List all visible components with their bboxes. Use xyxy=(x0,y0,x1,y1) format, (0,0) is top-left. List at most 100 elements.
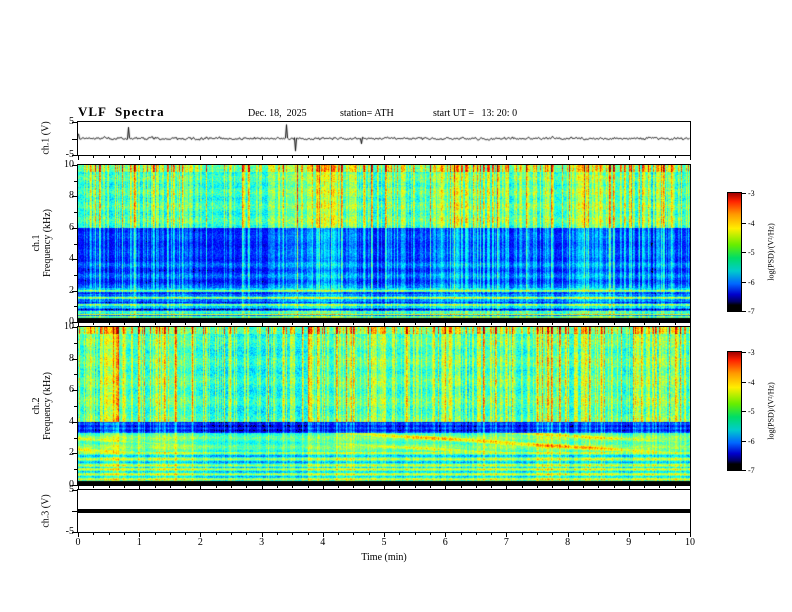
x-tick-mark xyxy=(598,156,600,158)
x-tick-mark xyxy=(368,486,370,488)
x-tick-mark xyxy=(200,323,202,327)
x-tick-mark xyxy=(445,323,447,327)
x-axis-title: Time (min) xyxy=(361,552,407,563)
x-tick-mark xyxy=(78,486,79,490)
colorbar-tick-label: -3 xyxy=(748,348,755,357)
x-tick-mark xyxy=(78,323,79,327)
x-tick-mark xyxy=(399,533,401,535)
x-tick-mark xyxy=(491,486,493,488)
x-tick-mark xyxy=(353,156,355,158)
ch1-wave-ylabel: ch.1 (V) xyxy=(40,121,52,155)
x-tick-mark xyxy=(368,533,370,535)
colorbar-tick-mark xyxy=(742,470,746,471)
x-tick-mark xyxy=(537,533,538,535)
colorbar-tick-mark xyxy=(742,222,746,224)
x-tick-mark xyxy=(276,323,278,325)
x-tick-mark xyxy=(429,486,431,488)
x-tick-mark xyxy=(414,486,416,488)
y-tick-label: 8 xyxy=(69,352,74,364)
x-tick-mark xyxy=(491,323,493,325)
x-tick-mark xyxy=(322,323,324,327)
colorbar-tick-mark xyxy=(742,352,746,353)
ch3-flatline xyxy=(78,509,690,513)
x-tick-mark xyxy=(246,156,248,158)
x-tick-mark xyxy=(246,323,248,325)
x-tick-mark xyxy=(169,486,171,488)
x-tick-mark xyxy=(690,323,691,327)
x-tick-label: 2 xyxy=(197,537,203,548)
x-tick-label: 8 xyxy=(565,537,571,548)
x-tick-mark xyxy=(307,323,309,325)
x-tick-label: 1 xyxy=(136,537,142,548)
x-tick-mark xyxy=(231,486,232,488)
x-tick-mark xyxy=(613,533,615,535)
y-tick-label: 4 xyxy=(69,415,74,427)
x-tick-mark xyxy=(384,156,385,160)
x-tick-mark xyxy=(353,323,355,325)
x-tick-mark xyxy=(445,486,447,490)
y-tick-mark xyxy=(74,437,77,439)
x-tick-mark xyxy=(338,323,340,325)
y-tick-label: 5 xyxy=(69,484,74,495)
colorbar-tick-mark xyxy=(742,411,746,412)
y-tick-label: 10 xyxy=(64,159,74,170)
colorbar-tick-label: -4 xyxy=(748,377,755,387)
x-tick-mark xyxy=(292,533,294,535)
x-tick-label: 5 xyxy=(381,537,387,548)
colorbar-tick-mark xyxy=(742,281,746,283)
ch1-spectrogram-panel xyxy=(77,164,691,323)
x-tick-mark xyxy=(628,323,630,327)
y-tick-mark xyxy=(74,212,77,214)
x-tick-mark xyxy=(537,323,538,325)
x-tick-mark xyxy=(169,533,171,535)
x-tick-mark xyxy=(506,323,508,327)
x-tick-mark xyxy=(185,486,187,488)
y-tick-label: -5 xyxy=(65,149,74,160)
y-tick-mark xyxy=(72,511,77,512)
ch1-colorbar-gradient xyxy=(728,193,741,311)
ch2-spectrogram-canvas xyxy=(78,327,690,485)
vlf-spectra-figure: VLF Spectra Dec. 18, 2025 station= ATH s… xyxy=(0,0,792,612)
ch2-colorbar xyxy=(727,351,742,471)
x-tick-mark xyxy=(215,533,217,535)
x-tick-mark xyxy=(123,533,125,535)
x-tick-mark xyxy=(292,486,294,488)
y-tick-label: 2 xyxy=(69,447,74,459)
x-tick-mark xyxy=(261,486,263,490)
x-tick-mark xyxy=(139,323,141,327)
x-tick-mark xyxy=(491,533,493,535)
x-tick-mark xyxy=(613,486,615,488)
x-tick-mark xyxy=(460,486,462,488)
x-tick-mark xyxy=(231,156,232,158)
x-tick-mark xyxy=(368,156,370,158)
x-tick-mark xyxy=(521,323,523,325)
x-tick-mark xyxy=(185,156,187,158)
y-tick-label: 6 xyxy=(69,221,74,233)
y-tick-label: 6 xyxy=(69,384,74,396)
ch2-spec-axis-label: Frequency (kHz) xyxy=(42,371,53,441)
x-tick-mark xyxy=(108,486,110,488)
y-tick-mark xyxy=(74,469,77,471)
x-tick-mark xyxy=(384,486,385,490)
x-tick-mark xyxy=(644,533,646,535)
x-tick-mark xyxy=(154,156,156,158)
x-tick-mark xyxy=(322,156,324,160)
x-tick-mark xyxy=(659,486,661,488)
y-tick-label: 5 xyxy=(69,116,74,127)
figure-title: VLF Spectra xyxy=(78,104,165,119)
x-tick-mark xyxy=(399,323,401,325)
y-tick-mark xyxy=(72,138,77,140)
colorbar-tick-label: -5 xyxy=(748,248,755,257)
x-tick-mark xyxy=(567,323,569,327)
x-tick-label: 0 xyxy=(75,537,81,548)
y-tick-mark xyxy=(74,243,77,245)
y-tick-mark xyxy=(74,274,77,276)
x-tick-mark xyxy=(674,533,676,535)
x-tick-mark xyxy=(292,156,294,158)
y-tick-mark xyxy=(74,180,77,182)
header-start-ut: start UT = 13: 20: 0 xyxy=(433,108,518,119)
x-tick-mark xyxy=(276,533,278,535)
x-tick-mark xyxy=(200,486,202,490)
x-tick-mark xyxy=(598,533,600,535)
x-tick-mark xyxy=(200,156,202,160)
